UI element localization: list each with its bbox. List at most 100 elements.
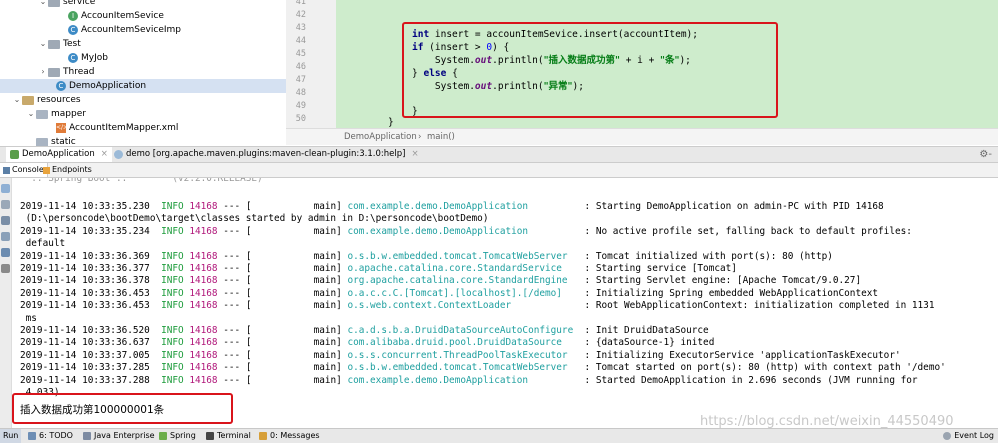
settings-gear-icon[interactable]: ⚙- [979, 147, 992, 162]
class-icon: C [68, 25, 78, 35]
status-messages[interactable]: 0: Messages [259, 429, 320, 443]
tree-item-accountitemmapper-xml[interactable]: </> AccountItemMapper.xml [56, 121, 178, 135]
log-level: INFO [161, 337, 184, 349]
log-line: 2019-11-14 10:33:36.369 INFO 14168 --- [… [20, 251, 833, 263]
log-level: INFO [161, 287, 184, 299]
log-thread: main] [251, 250, 342, 262]
trash-icon[interactable] [1, 264, 10, 273]
status-java-enterprise[interactable]: Java Enterprise [83, 429, 155, 443]
log-thread: main] [251, 263, 342, 274]
folder-icon [48, 39, 60, 49]
folder-icon [48, 0, 60, 7]
log-thread: main] [251, 362, 342, 374]
close-icon[interactable]: × [101, 147, 108, 162]
tree-item-accounitemsevice[interactable]: I AccounItemSevice [68, 9, 164, 23]
log-timestamp: 2019-11-14 10:33:36.377 [20, 263, 150, 274]
endpoints-icon [43, 166, 50, 174]
line-number: 41 [295, 0, 306, 7]
log-thread: main] [251, 225, 342, 237]
soft-wrap-icon[interactable] [1, 216, 10, 225]
line-number: 45 [295, 49, 306, 59]
log-thread: main] [251, 201, 342, 212]
log-separator: --- [ [223, 325, 252, 336]
tree-item-resources[interactable]: ⌄ resources [12, 93, 81, 107]
line-number: 42 [295, 10, 306, 20]
log-thread: main] [251, 325, 342, 336]
tree-item-myjob[interactable]: C MyJob [68, 51, 108, 65]
log-line: 2019-11-14 10:33:36.377 INFO 14168 --- [… [20, 263, 737, 275]
log-logger: com.example.demo.DemoApplication [347, 201, 579, 212]
log-logger: o.s.web.context.ContextLoader [347, 300, 579, 312]
log-separator: --- [ [223, 225, 252, 237]
log-message: : No active profile set, falling back to… [584, 225, 912, 237]
log-timestamp: 2019-11-14 10:33:37.288 [20, 374, 150, 386]
tab-demoapplication[interactable]: DemoApplication × [6, 147, 112, 162]
breadcrumb-separator: › [418, 132, 422, 142]
console-output[interactable]: :: Spring Boot :: (v2.2.0.RELEASE) 2019-1… [12, 178, 998, 428]
tab-maven-clean[interactable]: demo [org.apache.maven.plugins:maven-cle… [110, 147, 423, 162]
log-pid: 14168 [189, 362, 218, 374]
tree-item-demoapplication[interactable]: C DemoApplication [0, 79, 286, 93]
tree-item-mapper[interactable]: ⌄ mapper [26, 107, 86, 121]
log-level: INFO [161, 263, 184, 274]
print-icon[interactable] [1, 232, 10, 241]
folder-icon [48, 67, 60, 77]
line-number: 48 [295, 88, 306, 98]
log-timestamp: 2019-11-14 10:33:35.230 [20, 201, 150, 212]
log-thread: main] [251, 275, 342, 287]
chevron-down-icon[interactable]: ⌄ [38, 37, 48, 51]
log-logger: com.alibaba.druid.pool.DruidDataSource [347, 337, 579, 349]
code-highlight-box [402, 22, 778, 118]
log-level: INFO [161, 201, 184, 212]
tree-item-accounitemseviceimp[interactable]: C AccounItemSeviceImp [68, 23, 181, 37]
log-separator: --- [ [223, 275, 252, 287]
log-timestamp: 2019-11-14 10:33:36.369 [20, 250, 150, 262]
scroll-down-icon[interactable] [1, 200, 10, 209]
log-logger: o.s.s.concurrent.ThreadPoolTaskExecutor [347, 349, 579, 361]
log-pid: 14168 [189, 337, 218, 349]
messages-icon [259, 432, 267, 440]
log-line: 2019-11-14 10:33:36.520 INFO 14168 --- [… [20, 325, 709, 337]
log-message: : Initializing ExecutorService 'applicat… [584, 349, 901, 361]
log-message: : Started DemoApplication in 2.696 secon… [584, 374, 918, 386]
chevron-down-icon[interactable]: ⌄ [26, 107, 36, 121]
log-timestamp: 2019-11-14 10:33:36.378 [20, 275, 150, 287]
log-message: : Initializing Spring embedded WebApplic… [584, 287, 879, 299]
todo-icon [28, 432, 36, 440]
tree-item-static[interactable]: static [36, 135, 76, 146]
log-message: : Tomcat started on port(s): 80 (http) w… [584, 362, 946, 374]
log-continuation: (D:\personcode\bootDemo\target\classes s… [20, 213, 489, 225]
log-logger: o.apache.catalina.core.StandardService [347, 263, 579, 274]
log-timestamp: 2019-11-14 10:33:36.520 [20, 325, 150, 336]
log-thread: main] [251, 337, 342, 349]
terminal-icon [206, 432, 214, 440]
maven-gear-icon [114, 150, 123, 159]
status-spring[interactable]: Spring [159, 429, 196, 443]
status-terminal[interactable]: Terminal [206, 429, 251, 443]
log-timestamp: 2019-11-14 10:33:37.285 [20, 362, 150, 374]
chevron-right-icon[interactable]: › [38, 65, 48, 79]
status-bar: Run 6: TODO Java Enterprise Spring Termi… [0, 428, 998, 443]
tree-item-test[interactable]: ⌄ Test [38, 37, 81, 51]
rerun-icon[interactable] [1, 184, 10, 193]
log-continuation: ms [20, 312, 37, 324]
status-run[interactable]: Run [0, 429, 22, 443]
log-separator: --- [ [223, 362, 252, 374]
close-icon[interactable]: × [411, 147, 418, 162]
status-event-log[interactable]: Event Log [943, 429, 994, 443]
editor-gutter: 41 42 43 44 45 46 47 48 49 50 [286, 0, 336, 128]
log-level: INFO [161, 349, 184, 361]
log-line: 2019-11-14 10:33:36.637 INFO 14168 --- [… [20, 337, 714, 349]
log-line: 2019-11-14 10:33:36.453 INFO 14168 --- [… [20, 300, 934, 312]
tree-item-thread[interactable]: › Thread [38, 65, 94, 79]
tab-endpoints[interactable]: Endpoints [40, 163, 95, 177]
chevron-down-icon[interactable]: ⌄ [38, 0, 48, 9]
tree-item-service[interactable]: ⌄ service [38, 0, 95, 9]
breadcrumb-class[interactable]: DemoApplication [344, 129, 417, 146]
chevron-down-icon[interactable]: ⌄ [12, 93, 22, 107]
log-pid: 14168 [189, 287, 218, 299]
breadcrumb-method[interactable]: main() [427, 129, 455, 146]
clear-icon[interactable] [1, 248, 10, 257]
log-timestamp: 2019-11-14 10:33:36.637 [20, 337, 150, 349]
status-todo[interactable]: 6: TODO [28, 429, 73, 443]
